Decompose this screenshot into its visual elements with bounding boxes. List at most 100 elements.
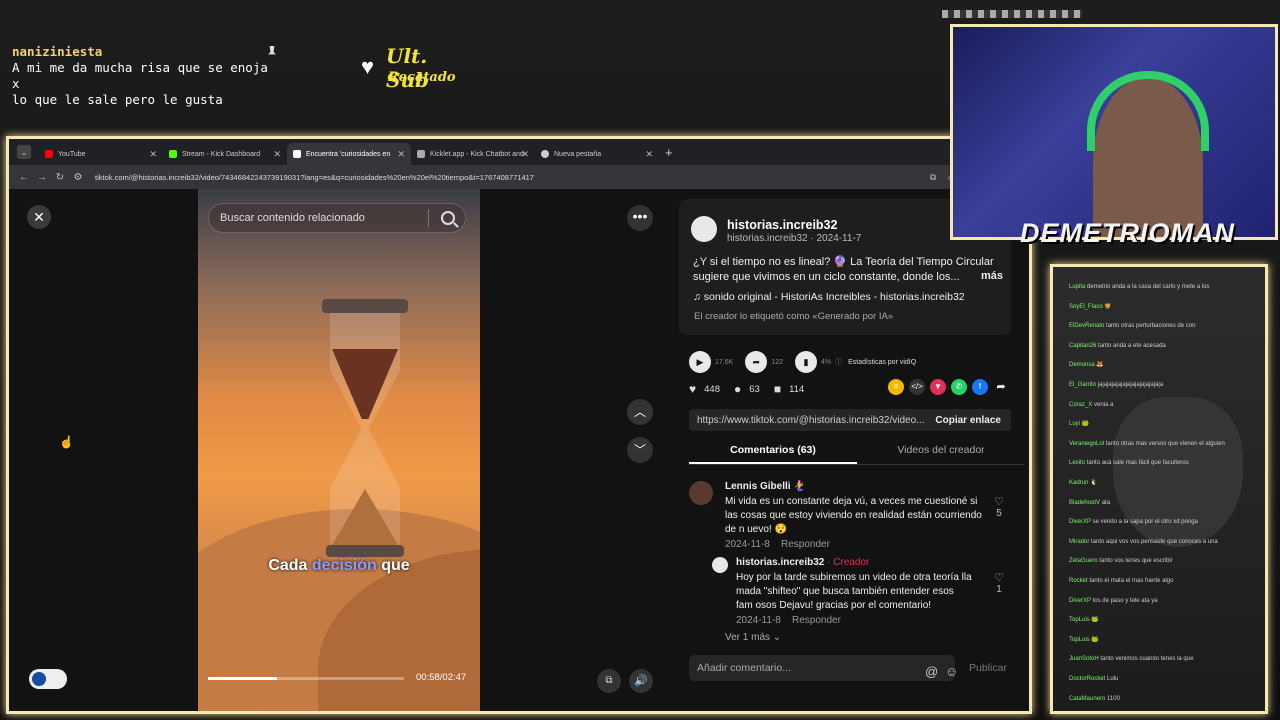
- chat-user: ZetaGuero: [1069, 558, 1098, 565]
- tiktok-page: ✕ ☝ Buscar contenido relacionado Cada de…: [9, 189, 1029, 711]
- actions-row: ♥ 448 ● 63 ■ 114 ¤ </> ▼ ✆ f ➦: [689, 379, 1009, 399]
- close-tab-icon[interactable]: ✕: [645, 149, 653, 160]
- bookmark-icon[interactable]: ■: [774, 382, 781, 396]
- chat-line: Rocket tanto ei mata el mas fuerte algo: [1069, 577, 1173, 585]
- post-link[interactable]: https://www.tiktok.com/@historias.increi…: [697, 415, 924, 426]
- percent-stat: 4%: [820, 358, 832, 366]
- related-search-input[interactable]: Buscar contenido relacionado: [208, 203, 466, 233]
- tab-kicklet[interactable]: Kicklet.app - Kick Chatbot and ✕: [411, 143, 535, 165]
- publish-button[interactable]: Publicar: [969, 662, 1007, 674]
- share-stat-icon[interactable]: ➦: [745, 351, 768, 373]
- reply-button[interactable]: Responder: [792, 615, 841, 626]
- mouse-cursor-icon: ☝: [59, 435, 74, 449]
- tab-label: Nueva pestaña: [554, 150, 602, 158]
- comment-text: Hoy por la tarde subiremos un video de o…: [736, 572, 972, 611]
- next-video-button[interactable]: ﹀: [627, 437, 653, 463]
- toggle-knob: [32, 672, 46, 686]
- caption-text: que: [376, 557, 410, 574]
- autoscroll-toggle[interactable]: [29, 669, 67, 689]
- facebook-icon[interactable]: f: [972, 379, 988, 395]
- tab-label: Encuentra 'curiosidades en: [306, 150, 391, 158]
- close-tab-icon[interactable]: ✕: [149, 149, 157, 160]
- embed-icon[interactable]: </>: [909, 379, 925, 395]
- tab-youtube[interactable]: YouTube ✕: [39, 143, 163, 165]
- url-field[interactable]: tiktok.com/@historias.increib32/video/74…: [95, 173, 927, 182]
- comment-like[interactable]: ♡ 5: [991, 495, 1007, 519]
- tab-search-icon[interactable]: ⌄: [17, 145, 31, 159]
- volume-icon[interactable]: 🔊: [629, 669, 653, 693]
- close-tab-icon[interactable]: ✕: [521, 149, 529, 160]
- copy-link-button[interactable]: Copiar enlace: [935, 415, 1001, 426]
- info-icon: ⓘ: [835, 359, 843, 366]
- browser-window: ⌄ YouTube ✕ Stream - Kick Dashboard ✕ Encu…: [6, 136, 1032, 714]
- close-tab-icon[interactable]: ✕: [273, 149, 281, 160]
- chat-line: CataMaunero 1100: [1069, 695, 1120, 703]
- more-options-button[interactable]: •••: [627, 205, 653, 231]
- hourglass-base: [326, 545, 404, 557]
- commenter-avatar[interactable]: [712, 557, 728, 573]
- heart-outline-icon: ♡: [994, 496, 1004, 508]
- comments-count: 63: [749, 383, 760, 395]
- chat-text: jajajajajajajajajajajajajaja: [1097, 382, 1164, 388]
- previous-video-button[interactable]: ︿: [627, 399, 653, 425]
- hourglass-cap: [322, 299, 408, 313]
- share-icon[interactable]: ➦: [993, 379, 1009, 395]
- chat-text: tanto acá sale mas fácil que faculteros: [1086, 460, 1189, 467]
- video-player[interactable]: Buscar contenido relacionado Cada decisi…: [198, 189, 480, 711]
- tab-tiktok[interactable]: Encuentra 'curiosidades en ✕: [287, 143, 411, 165]
- commenter-avatar[interactable]: [689, 481, 713, 505]
- video-progress-bar[interactable]: [208, 677, 404, 680]
- chat-text: tos de paso y tele ata ya: [1092, 597, 1158, 604]
- chat-text: 🦊: [1096, 362, 1104, 369]
- author-name[interactable]: historias.increib32: [727, 218, 837, 232]
- tab-kick-dashboard[interactable]: Stream - Kick Dashboard ✕: [163, 143, 287, 165]
- back-icon[interactable]: ←: [17, 172, 31, 183]
- close-tab-icon[interactable]: ✕: [397, 149, 405, 160]
- chat-line: Coraz_X venia a: [1069, 401, 1113, 409]
- whatsapp-icon[interactable]: ✆: [951, 379, 967, 395]
- stats-icon[interactable]: ▮: [794, 351, 817, 373]
- search-icon[interactable]: [441, 211, 455, 225]
- author-avatar[interactable]: [691, 216, 717, 242]
- sound-link[interactable]: ♫ sonido original - HistoriAs Increibles…: [693, 291, 965, 303]
- tab-comments[interactable]: Comentarios (63): [689, 435, 857, 464]
- new-tab-button[interactable]: +: [665, 145, 673, 160]
- chat-line: TopLuis 🐸: [1069, 616, 1099, 624]
- like-icon[interactable]: ♥: [689, 382, 696, 396]
- tab-creator-videos[interactable]: Videos del creador: [857, 435, 1025, 464]
- comment-like[interactable]: ♡ 1: [991, 571, 1007, 595]
- chat-user: DoctorRocket: [1069, 676, 1106, 682]
- tab-new-tab[interactable]: Nueva pestaña ✕: [535, 143, 659, 165]
- caption-text: Cada: [268, 557, 312, 574]
- reply-button[interactable]: Responder: [781, 539, 830, 550]
- see-more-replies[interactable]: Ver 1 más ⌄: [725, 632, 781, 643]
- send-icon[interactable]: ▼: [930, 379, 946, 395]
- last-sub-badge: ♥ Ult. Sub Recatado: [358, 42, 468, 92]
- coin-icon[interactable]: ¤: [888, 379, 904, 395]
- mention-icon[interactable]: @: [925, 659, 938, 685]
- close-video-button[interactable]: ✕: [27, 205, 51, 229]
- chat-line: Lupita demetrio anda a la casa del carlo…: [1069, 283, 1209, 291]
- more-link[interactable]: más: [981, 270, 1003, 282]
- emoji-icon[interactable]: ☺: [945, 659, 958, 685]
- commenter-name[interactable]: historias.increib32 · Creador: [736, 557, 869, 568]
- ai-label: El creador lo etiquetó como «Generado po…: [694, 311, 894, 322]
- tab-label: YouTube: [58, 150, 86, 158]
- translate-icon[interactable]: ⧉: [927, 172, 939, 183]
- comment-input[interactable]: Añadir comentario... @ ☺: [689, 655, 958, 681]
- chat-text: tanto otras mas versos que vienen el alg…: [1105, 440, 1225, 447]
- chat-line: DoctorRocket Lulu: [1069, 675, 1118, 683]
- pip-icon[interactable]: ⧉: [597, 669, 621, 693]
- forward-icon[interactable]: →: [35, 172, 49, 183]
- stream-chat: Lupita demetrio anda a la casa del carlo…: [1050, 264, 1268, 714]
- streamer-name: DEMETRIOMAN: [1020, 218, 1235, 248]
- comment-date: 2024-11-8: [736, 615, 781, 626]
- chat-user: SoyEl_Flaco: [1069, 303, 1103, 310]
- reload-icon[interactable]: ↻: [53, 172, 67, 183]
- comment-icon[interactable]: ●: [734, 382, 741, 396]
- commenter-name[interactable]: Lennis Gibelli 🧜‍♀️: [725, 481, 806, 492]
- site-info-icon[interactable]: ⚙: [71, 172, 85, 183]
- play-icon[interactable]: ▶: [689, 351, 711, 373]
- tab-label: Kicklet.app - Kick Chatbot and: [430, 150, 524, 158]
- chat-text: tanto venimos cuando tenes la que: [1100, 656, 1194, 663]
